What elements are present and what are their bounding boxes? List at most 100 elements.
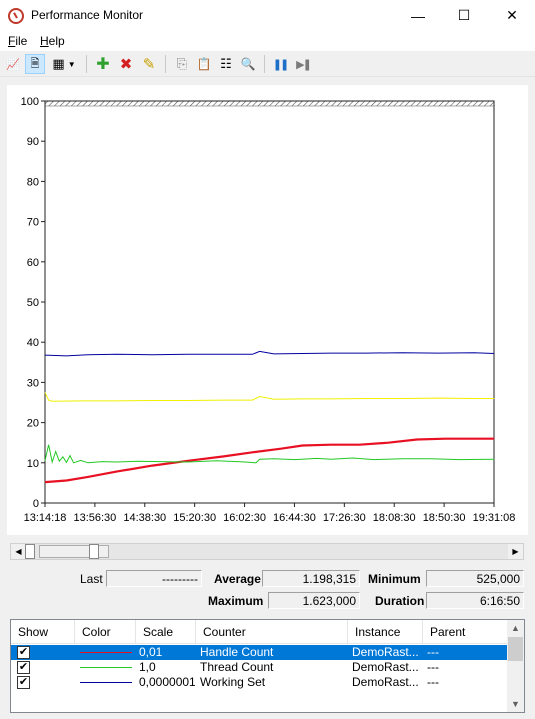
view-current-activity-icon: 📈 <box>6 58 20 71</box>
counter-list[interactable]: Show Color Scale Counter Instance Parent… <box>10 619 525 713</box>
y-tick-label: 30 <box>27 377 39 389</box>
column-header-show[interactable]: Show <box>11 620 75 644</box>
menu-file[interactable]: File <box>8 34 27 48</box>
column-header-scale[interactable]: Scale <box>136 620 196 644</box>
highlight-icon: ✎ <box>142 56 156 73</box>
x-tick-label: 16:44:30 <box>273 512 316 524</box>
view-log-data-button[interactable]: 🗎 <box>25 54 45 74</box>
x-tick-label: 16:02:30 <box>223 512 266 524</box>
range-end-handle[interactable] <box>89 544 99 559</box>
range-start-handle[interactable] <box>25 544 35 559</box>
title-bar: Performance Monitor — ☐ ✕ <box>0 0 535 31</box>
scroll-up-arrow-icon[interactable]: ▲ <box>507 620 524 636</box>
color-cell <box>75 645 136 660</box>
change-graph-type-icon: ▦ <box>52 56 65 71</box>
average-label: Average <box>214 572 261 586</box>
last-value: --------- <box>106 570 202 587</box>
paste-counter-list-button[interactable]: 📋 <box>194 54 214 74</box>
y-tick-label: 0 <box>33 498 39 510</box>
instance-cell: DemoRast... <box>352 660 419 674</box>
show-checkbox[interactable]: ✔ <box>17 646 30 659</box>
update-data-button[interactable]: ▶❚ <box>293 54 313 74</box>
window-title: Performance Monitor <box>31 8 144 22</box>
toolbar-separator <box>165 55 166 73</box>
column-header-instance[interactable]: Instance <box>348 620 423 644</box>
column-header-color[interactable]: Color <box>75 620 136 644</box>
paste-counter-list-icon: 📋 <box>196 57 212 71</box>
counter-list-header: Show Color Scale Counter Instance Parent <box>11 620 507 644</box>
counter-row[interactable]: ✔ 1,0 Thread Count DemoRast... --- <box>11 660 507 675</box>
change-graph-type-button[interactable]: ▦ ▼ <box>48 54 80 74</box>
plot-top-hatch <box>44 100 495 107</box>
close-button[interactable]: ✕ <box>489 0 535 31</box>
counter-row[interactable]: ✔ 0,01 Handle Count DemoRast... --- <box>11 645 507 660</box>
series-line <box>44 437 495 484</box>
freeze-display-button[interactable]: ❚❚ <box>270 54 290 74</box>
show-checkbox[interactable]: ✔ <box>17 661 30 674</box>
counter-list-scrollbar[interactable]: ▲ ▼ <box>507 620 524 712</box>
y-tick-label: 80 <box>27 176 39 188</box>
counter-cell: Working Set <box>200 675 266 689</box>
scale-cell: 0,01 <box>139 645 163 659</box>
time-range-slider[interactable]: ◀ ▶ <box>10 543 524 560</box>
counter-row[interactable]: ✔ 0,0000001 Working Set DemoRast... --- <box>11 675 507 690</box>
y-tick-label: 10 <box>27 458 39 470</box>
delete-counter-button[interactable]: ✖ <box>116 54 136 74</box>
menu-help[interactable]: Help <box>40 34 65 48</box>
scale-cell: 0,0000001 <box>139 675 195 689</box>
maximize-button[interactable]: ☐ <box>441 0 487 31</box>
series-line <box>44 392 495 402</box>
delete-counter-icon: ✖ <box>119 56 133 73</box>
toolbar-separator <box>86 55 87 73</box>
parent-cell: --- <box>427 645 439 659</box>
plot-frame <box>44 100 495 504</box>
series-color-swatch <box>80 667 132 668</box>
graph-panel[interactable]: 0 10 20 30 40 50 60 70 80 90 100 13:14:18 13:56:30 14… <box>7 85 528 535</box>
x-tick-label: 13:14:18 <box>24 512 67 524</box>
y-tick-label: 90 <box>27 136 39 148</box>
highlight-button[interactable]: ✎ <box>139 54 159 74</box>
freeze-display-icon: ❚❚ <box>272 58 290 71</box>
add-counter-button[interactable]: ✚ <box>93 54 113 74</box>
copy-properties-button[interactable]: ⎘ <box>172 54 192 74</box>
menu-bar: File Help <box>0 31 535 51</box>
y-tick-label: 50 <box>27 297 39 309</box>
toolbar: 📈 🗎 ▦ ▼ ✚ ✖ ✎ ⎘ 📋 ☷ 🔍 ❚❚ ▶❚ <box>0 51 535 77</box>
x-tick-label: 14:38:30 <box>123 512 166 524</box>
view-log-data-icon: 🗎 <box>30 57 40 70</box>
zoom-icon: 🔍 <box>240 57 256 71</box>
properties-icon: ☷ <box>220 56 232 71</box>
copy-properties-icon: ⎘ <box>176 56 188 71</box>
column-header-counter[interactable]: Counter <box>196 620 348 644</box>
scale-cell: 1,0 <box>139 660 156 674</box>
instance-cell: DemoRast... <box>352 645 419 659</box>
instance-cell: DemoRast... <box>352 675 419 689</box>
x-tick-label: 18:50:30 <box>423 512 466 524</box>
parent-cell: --- <box>427 675 439 689</box>
show-checkbox[interactable]: ✔ <box>17 676 30 689</box>
scrollbar-thumb[interactable] <box>508 637 523 661</box>
counter-cell: Thread Count <box>200 660 274 674</box>
x-tick-label: 19:31:08 <box>473 512 516 524</box>
scroll-down-arrow-icon[interactable]: ▼ <box>507 696 524 712</box>
maximum-value: 1.623,000 <box>268 592 360 609</box>
column-header-parent[interactable]: Parent <box>423 620 507 644</box>
last-label: Last <box>80 572 103 586</box>
minimum-label: Minimum <box>368 572 421 586</box>
zoom-button[interactable]: 🔍 <box>238 54 258 74</box>
color-cell <box>75 660 136 675</box>
minimize-button[interactable]: — <box>395 0 441 31</box>
properties-button[interactable]: ☷ <box>216 54 236 74</box>
view-current-activity-button[interactable]: 📈 <box>3 54 23 74</box>
scroll-left-arrow-icon[interactable]: ◀ <box>11 544 26 559</box>
series-line <box>44 444 495 464</box>
x-tick-label: 13:56:30 <box>73 512 116 524</box>
maximum-label: Maximum <box>208 594 264 608</box>
performance-line-chart[interactable]: 0 10 20 30 40 50 60 70 80 90 100 13:14:18 13:56:30 14… <box>7 85 528 535</box>
color-cell <box>75 675 136 690</box>
x-tick-label: 18:08:30 <box>373 512 416 524</box>
minimum-value: 525,000 <box>426 570 524 587</box>
scroll-right-arrow-icon[interactable]: ▶ <box>508 544 523 559</box>
y-tick-label: 100 <box>21 96 39 108</box>
statistics-bar: Last --------- Average 1.198,315 Minimum… <box>0 566 535 612</box>
